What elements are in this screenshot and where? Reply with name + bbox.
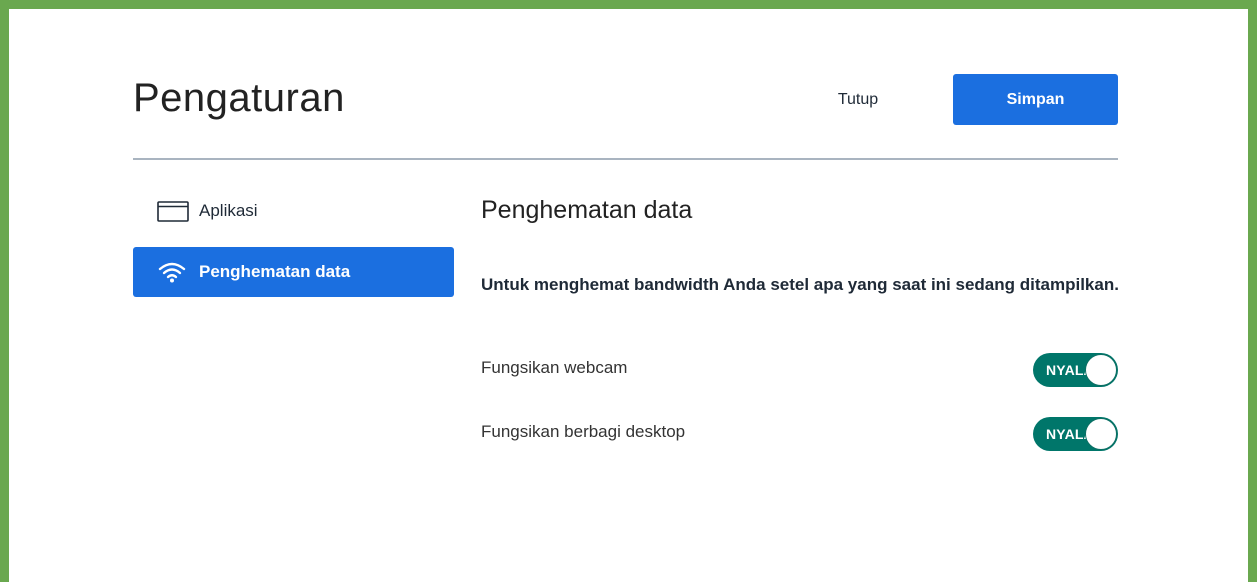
- sidebar-item-aplikasi[interactable]: Aplikasi: [133, 186, 454, 236]
- page-title: Pengaturan: [133, 76, 345, 120]
- desktop-share-toggle[interactable]: NYALA: [1033, 417, 1118, 451]
- toggle-knob: [1085, 418, 1117, 450]
- setting-label-webcam: Fungsikan webcam: [481, 358, 628, 377]
- toggle-state-label: NYALA: [1046, 362, 1086, 378]
- header-divider: [133, 158, 1118, 160]
- sidebar-item-label: Aplikasi: [199, 201, 258, 220]
- save-button[interactable]: Simpan: [953, 74, 1118, 125]
- section-description: Untuk menghemat bandwidth Anda setel apa…: [481, 275, 1119, 294]
- window-icon: [157, 200, 189, 222]
- sidebar-item-penghematan-data[interactable]: Penghematan data: [133, 247, 454, 297]
- section-title: Penghematan data: [481, 196, 693, 224]
- close-button[interactable]: Tutup: [808, 76, 908, 124]
- setting-label-desktop-share: Fungsikan berbagi desktop: [481, 422, 686, 441]
- toggle-state-label: NYALA: [1046, 426, 1086, 442]
- sidebar-item-label: Penghematan data: [199, 262, 351, 281]
- webcam-toggle[interactable]: NYALA: [1033, 353, 1118, 387]
- wifi-icon: [157, 261, 189, 283]
- toggle-knob: [1085, 354, 1117, 386]
